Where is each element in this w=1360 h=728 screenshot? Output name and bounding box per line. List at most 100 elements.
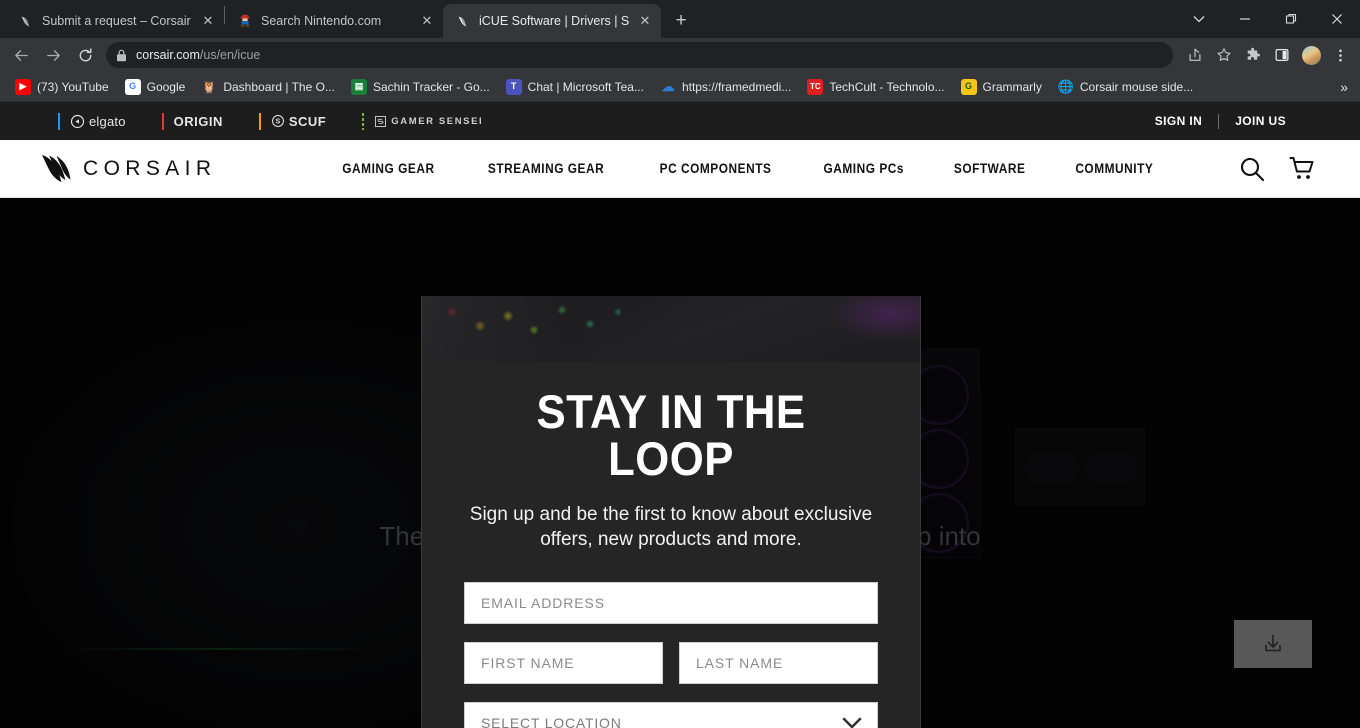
bookmark-item[interactable]: ☁ https://framedmedi... [653, 76, 798, 98]
bookmark-item[interactable]: G Google [118, 76, 193, 98]
maximize-icon[interactable] [1268, 0, 1314, 38]
bookmark-item[interactable]: 🌐 Corsair mouse side... [1051, 76, 1200, 98]
corsair-sails-logo [40, 154, 74, 184]
tab-title: Submit a request – Corsair [42, 14, 191, 28]
toolbar-right-icons [1181, 41, 1354, 69]
bookmark-item[interactable]: ▶ (73) YouTube [8, 76, 116, 98]
scuf-logo: S SCUF [271, 114, 326, 129]
first-name-field[interactable] [464, 642, 663, 684]
corsair-icon [18, 13, 34, 29]
teams-icon: T [505, 78, 522, 95]
three-dot-menu-icon[interactable] [1326, 41, 1354, 69]
browser-window: Submit a request – Corsair ✕ Search Nint… [0, 0, 1360, 728]
bookmark-item[interactable]: ▤ Sachin Tracker - Go... [344, 76, 497, 98]
join-us-link[interactable]: JOIN US [1219, 114, 1302, 128]
origin-logo: ORIGIN [174, 114, 223, 129]
partner-divider [362, 112, 365, 130]
owl-icon: 🦉 [201, 79, 217, 94]
star-icon[interactable] [1210, 41, 1238, 69]
nav-item-pc-components[interactable]: PC COMPONENTS [659, 161, 771, 176]
youtube-icon: ▶ [15, 78, 31, 95]
modal-keyboard-image [422, 296, 920, 362]
avatar[interactable] [1297, 41, 1325, 69]
partner-gamer-sensei[interactable]: GAMER SENSEI [344, 112, 501, 130]
bookmark-label: Grammarly [982, 79, 1042, 94]
partner-divider [161, 112, 164, 130]
brand-name: CORSAIR [83, 156, 217, 180]
location-select[interactable]: SELECT LOCATION [464, 702, 878, 728]
techcult-icon: TC [807, 78, 824, 95]
last-name-field[interactable] [679, 642, 878, 684]
email-row [464, 582, 878, 624]
email-field[interactable] [464, 582, 878, 624]
google-icon: G [124, 78, 141, 95]
partner-brands: elgato ORIGIN S SCUF GAMER SENSEI [40, 112, 501, 130]
reload-icon[interactable] [70, 40, 100, 70]
bookmarks-overflow-button[interactable]: » [1334, 79, 1354, 95]
partner-label: elgato [89, 113, 126, 129]
sheets-icon: ▤ [350, 78, 367, 95]
new-tab-button[interactable]: + [667, 7, 695, 35]
close-icon[interactable]: ✕ [419, 13, 435, 29]
nav-item-community[interactable]: COMMUNITY [1075, 161, 1153, 176]
minimize-icon[interactable] [1222, 0, 1268, 38]
browser-tab-2[interactable]: Search Nintendo.com ✕ [225, 4, 443, 38]
location-select-value: SELECT LOCATION [481, 715, 622, 728]
corsair-brand-logo[interactable]: CORSAIR [40, 154, 216, 184]
partner-origin[interactable]: ORIGIN [144, 112, 241, 130]
address-bar-url: corsair.com/us/en/icue [136, 48, 260, 62]
share-icon[interactable] [1181, 41, 1209, 69]
tab-title: iCUE Software | Drivers | Software [479, 14, 629, 28]
close-icon[interactable]: ✕ [637, 13, 653, 29]
bookmark-item[interactable]: 🦉 Dashboard | The O... [194, 76, 342, 98]
tab-strip: Submit a request – Corsair ✕ Search Nint… [0, 0, 1360, 38]
bookmark-label: Corsair mouse side... [1079, 79, 1194, 94]
nav-item-streaming-gear[interactable]: STREAMING GEAR [488, 161, 604, 176]
partner-label: SCUF [288, 113, 327, 129]
lock-icon [116, 49, 127, 62]
url-path: /us/en/icue [199, 48, 261, 62]
corsair-icon [455, 13, 471, 29]
back-arrow-icon[interactable] [6, 40, 36, 70]
tab-search-chevron-icon[interactable] [1176, 0, 1222, 38]
nav-item-gaming-pcs[interactable]: GAMING PCs [824, 161, 905, 176]
web-page: elgato ORIGIN S SCUF GAMER SENSEI SIGN I… [0, 102, 1360, 728]
elgato-logo: elgato [70, 114, 126, 129]
bookmark-label: https://framedmedi... [681, 79, 792, 94]
bookmark-label: Chat | Microsoft Tea... [527, 79, 644, 94]
cloud-icon: ☁ [661, 79, 675, 94]
location-select-wrapper: SELECT LOCATION [464, 702, 878, 728]
modal-subtitle: Sign up and be the first to know about e… [469, 504, 873, 550]
partner-label: GAMER SENSEI [391, 115, 484, 127]
close-icon[interactable] [1314, 0, 1360, 38]
partner-label: ORIGIN [173, 113, 223, 129]
search-icon[interactable] [1238, 155, 1266, 183]
bookmarks-bar: ▶ (73) YouTube G Google 🦉 Dashboard | Th… [0, 72, 1360, 102]
newsletter-signup-modal: STAY IN THE LOOP Sign up and be the firs… [421, 296, 921, 728]
nav-icons [1238, 155, 1316, 183]
side-panel-icon[interactable] [1268, 41, 1296, 69]
browser-tab-3-active[interactable]: iCUE Software | Drivers | Software ✕ [443, 4, 661, 38]
mario-icon [237, 13, 253, 29]
modal-title: STAY IN THE LOOP [536, 385, 806, 485]
bookmark-label: TechCult - Technolo... [829, 79, 945, 94]
sign-in-link[interactable]: SIGN IN [1139, 114, 1218, 128]
partner-elgato[interactable]: elgato [40, 112, 144, 130]
cart-icon[interactable] [1288, 155, 1316, 183]
nav-item-gaming-gear[interactable]: GAMING GEAR [342, 161, 434, 176]
nav-item-software[interactable]: SOFTWARE [954, 161, 1026, 176]
nav-links: GAMING GEAR STREAMING GEAR PC COMPONENTS… [296, 161, 1198, 176]
bookmark-item[interactable]: T Chat | Microsoft Tea... [499, 76, 651, 98]
gamer-sensei-logo: GAMER SENSEI [374, 115, 483, 128]
bookmark-item[interactable]: G Grammarly [954, 76, 1049, 98]
partner-divider [58, 112, 60, 130]
address-bar[interactable]: corsair.com/us/en/icue [106, 42, 1173, 68]
name-row [464, 642, 878, 684]
close-icon[interactable]: ✕ [200, 13, 216, 29]
partner-scuf[interactable]: S SCUF [241, 112, 344, 130]
partner-divider [258, 112, 261, 130]
forward-arrow-icon[interactable] [38, 40, 68, 70]
puzzle-icon[interactable] [1239, 41, 1267, 69]
bookmark-item[interactable]: TC TechCult - Technolo... [800, 76, 951, 98]
browser-tab-1[interactable]: Submit a request – Corsair ✕ [6, 4, 224, 38]
